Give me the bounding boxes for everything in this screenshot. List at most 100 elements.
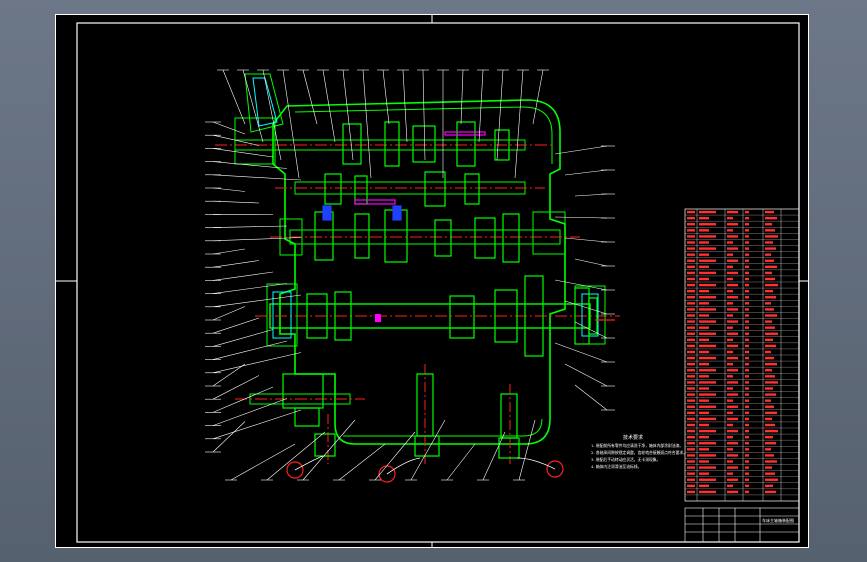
bom-num-11	[687, 271, 695, 275]
bom-qty-33	[745, 405, 749, 408]
bom-mat-27	[765, 369, 772, 372]
bom-code-28	[699, 375, 709, 378]
leader-left-5	[212, 174, 302, 181]
leader-top-8	[362, 69, 372, 179]
leader-right-2	[564, 169, 608, 176]
leader-top-17	[532, 69, 544, 125]
bom-num-25	[687, 356, 695, 360]
bom-mat-31	[765, 393, 776, 396]
bom-name-19	[727, 320, 738, 323]
bom-qty-5	[745, 235, 749, 238]
leader-left-15	[212, 294, 302, 308]
bom-name-10	[727, 265, 733, 269]
notes-title: 技术要求	[623, 434, 643, 441]
bom-qty-41	[745, 454, 749, 457]
bom-code-44	[699, 472, 709, 475]
bom-num-9	[687, 259, 695, 262]
bom-mat-9	[765, 259, 774, 262]
bom-mat-18	[765, 314, 777, 317]
bom-code-22	[699, 338, 709, 342]
leader-left-6	[212, 187, 246, 192]
bom-mat-36	[765, 423, 775, 427]
bom-num-27	[687, 369, 695, 372]
bom-qty-45	[745, 478, 749, 481]
bom-qty-17	[745, 308, 749, 311]
leader-left-4	[212, 161, 288, 169]
bom-num-22	[687, 338, 695, 342]
bom-name-3	[727, 223, 738, 226]
bom-name-12	[727, 277, 733, 281]
bom-num-44	[687, 472, 695, 475]
bom-code-30	[699, 387, 709, 390]
leader-bottom-7	[446, 443, 476, 481]
bom-num-29	[687, 381, 695, 384]
leader-left-16	[212, 306, 246, 321]
bom-mat-15	[765, 296, 776, 299]
leader-right-11	[564, 363, 608, 387]
bom-code-34	[699, 411, 709, 415]
leader-bottom-9	[518, 419, 536, 481]
bom-qty-6	[745, 241, 749, 244]
bom-name-13	[727, 283, 738, 287]
bom-num-41	[687, 454, 695, 457]
bom-name-46	[727, 484, 733, 488]
bom-num-12	[687, 277, 695, 281]
bom-code-29	[699, 381, 716, 384]
bom-qty-28	[745, 375, 749, 378]
bom-mat-44	[765, 472, 775, 475]
bom-num-30	[687, 387, 695, 390]
bom-num-7	[687, 247, 695, 250]
bom-qty-26	[745, 362, 749, 366]
note-4: 4. 箱体内注润滑油至油标线。	[591, 464, 641, 469]
bom-name-43	[727, 466, 738, 469]
bom-name-8	[727, 253, 733, 256]
note-3: 3. 装配后手动转动应灵活，无卡滞现象。	[591, 457, 660, 462]
bom-mat-14	[765, 289, 773, 293]
bom-code-38	[699, 435, 709, 439]
bom-code-2	[699, 216, 709, 220]
bom-code-3	[699, 223, 716, 226]
bom-name-33	[727, 405, 738, 408]
cad-viewport[interactable]: 技术要求 1. 装配前所有零件均应清洗干净，箱体内部涂耐油漆。 2. 各轴承间隙…	[0, 0, 867, 562]
bom-num-5	[687, 235, 695, 238]
leader-top-10	[402, 69, 408, 143]
gear-9	[464, 173, 480, 205]
gear-13	[434, 219, 452, 257]
bom-qty-7	[745, 247, 749, 250]
bom-num-2	[687, 216, 695, 220]
bom-num-6	[687, 241, 695, 244]
bom-name-35	[727, 417, 738, 421]
bom-mat-30	[765, 387, 773, 390]
leader-left-19	[212, 340, 288, 360]
bom-mat-28	[765, 375, 775, 378]
bom-qty-42	[745, 460, 749, 463]
leader-lines	[205, 69, 615, 481]
bom-qty-16	[745, 302, 749, 305]
bom-num-15	[687, 296, 695, 299]
bom-num-10	[687, 265, 695, 269]
bom-num-39	[687, 442, 695, 445]
bom-code-10	[699, 265, 709, 269]
bom-code-14	[699, 289, 709, 293]
gear-4	[456, 121, 476, 167]
leader-left-13	[212, 271, 274, 281]
bom-name-30	[727, 387, 733, 390]
technical-notes: 技术要求 1. 装配前所有零件均应清洗干净，箱体内部涂耐油漆。 2. 各轴承间隙…	[591, 434, 687, 469]
bom-num-33	[687, 405, 695, 408]
bom-qty-31	[745, 393, 749, 396]
bom-code-19	[699, 320, 716, 323]
leader-left-21	[212, 363, 246, 387]
bom-code-6	[699, 241, 709, 244]
gear-8	[424, 171, 446, 207]
bom-mat-23	[765, 344, 776, 348]
leader-left-23	[212, 386, 274, 413]
bom-num-16	[687, 302, 695, 305]
bom-num-18	[687, 314, 695, 317]
bom-mat-32	[765, 399, 771, 402]
bom-name-22	[727, 338, 733, 342]
bom-qty-8	[745, 253, 749, 256]
bom-mat-34	[765, 411, 777, 415]
bom-code-42	[699, 460, 709, 463]
bom-num-1	[687, 210, 695, 214]
bom-num-37	[687, 429, 695, 433]
